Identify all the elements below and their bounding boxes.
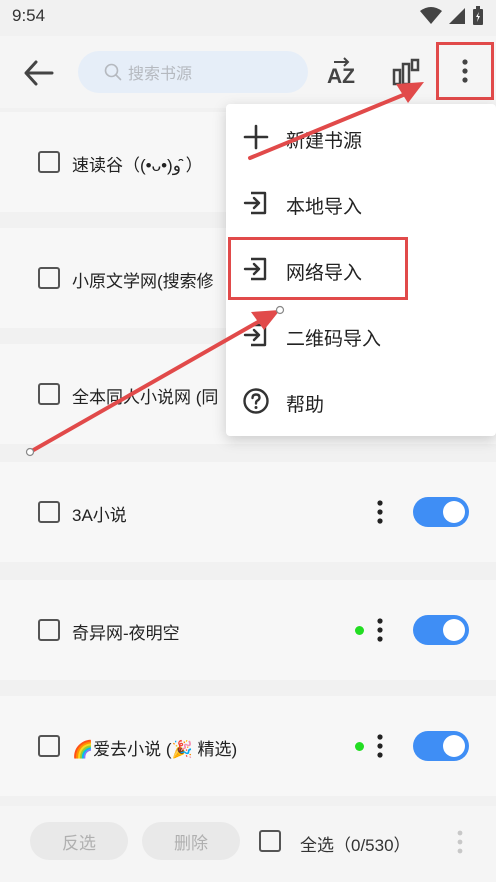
menu-item-label: 二维码导入 — [286, 329, 382, 350]
status-bar: 9:54 — [0, 0, 496, 36]
row-checkbox[interactable] — [38, 735, 60, 757]
row-label: 3A小说 — [72, 506, 127, 525]
status-icons — [420, 6, 484, 26]
more-vert-icon — [377, 500, 383, 524]
row-label: 🌈爱去小说 (🎉 精选) — [72, 740, 238, 759]
back-button[interactable] — [22, 58, 56, 88]
row-label: 全本同人小说网 (同 — [72, 388, 219, 407]
scan-button[interactable] — [392, 58, 422, 86]
more-vert-icon — [377, 734, 383, 758]
signal-icon — [449, 8, 465, 24]
row-label: 速读谷（(•ᴗ•)و ̑̑） — [72, 156, 203, 175]
battery-icon — [473, 6, 483, 25]
menu-item-help[interactable]: 帮助 — [226, 368, 496, 434]
list-item[interactable]: 3A小说 — [0, 462, 496, 562]
delete-button[interactable]: 删除 — [142, 822, 240, 860]
row-checkbox[interactable] — [38, 151, 60, 173]
select-all-checkbox[interactable] — [259, 830, 281, 852]
toggle-knob — [443, 619, 465, 641]
toggle-knob — [443, 501, 465, 523]
row-more-button[interactable] — [374, 499, 386, 525]
import-icon — [243, 191, 267, 215]
row-checkbox[interactable] — [38, 267, 60, 289]
row-more-button[interactable] — [374, 617, 386, 643]
row-more-button[interactable] — [374, 733, 386, 759]
more-vert-icon — [462, 59, 468, 83]
list-item[interactable]: 奇异网-夜明空 — [0, 580, 496, 680]
toggle-knob — [443, 735, 465, 757]
bottom-bar: 反选 删除 全选（0/530） — [0, 806, 496, 882]
row-label: 小原文学网(搜索修 — [72, 272, 214, 291]
search-icon — [104, 63, 122, 81]
menu-item-label: 本地导入 — [286, 197, 363, 218]
more-vert-icon — [377, 618, 383, 642]
wifi-icon — [420, 7, 442, 24]
menu-item-local-import[interactable]: 本地导入 — [226, 170, 496, 236]
row-checkbox[interactable] — [38, 383, 60, 405]
status-dot — [355, 626, 364, 635]
annotation-highlight-box — [228, 237, 408, 300]
search-placeholder: 搜索书源 — [128, 64, 193, 83]
import-icon — [243, 323, 267, 347]
status-dot — [355, 742, 364, 751]
select-all-label: 全选（0/530） — [300, 836, 411, 855]
invert-selection-button[interactable]: 反选 — [30, 822, 128, 860]
search-input[interactable]: 搜索书源 — [78, 51, 308, 93]
list-item[interactable]: 🌈爱去小说 (🎉 精选) — [0, 696, 496, 796]
sort-az-text: AZ — [327, 65, 355, 88]
menu-item-label: 帮助 — [286, 395, 325, 416]
help-icon — [243, 388, 269, 414]
plus-icon — [243, 124, 269, 150]
back-arrow-icon — [24, 60, 54, 86]
bottom-more-button[interactable] — [454, 829, 466, 855]
enable-toggle[interactable] — [413, 731, 469, 761]
more-vert-icon — [457, 830, 463, 854]
menu-item-new-source[interactable]: 新建书源 — [226, 104, 496, 170]
menu-item-label: 新建书源 — [286, 131, 363, 152]
row-checkbox[interactable] — [38, 619, 60, 641]
status-time: 9:54 — [12, 6, 46, 25]
qr-scan-icon — [392, 58, 420, 86]
sort-button[interactable]: AZ — [326, 56, 356, 90]
menu-item-qr-import[interactable]: 二维码导入 — [226, 302, 496, 368]
sort-az-icon: AZ — [327, 57, 355, 88]
row-checkbox[interactable] — [38, 501, 60, 523]
toolbar: 搜索书源 AZ — [0, 36, 496, 108]
enable-toggle[interactable] — [413, 497, 469, 527]
row-label: 奇异网-夜明空 — [72, 624, 180, 643]
more-options-button[interactable] — [436, 42, 494, 100]
enable-toggle[interactable] — [413, 615, 469, 645]
